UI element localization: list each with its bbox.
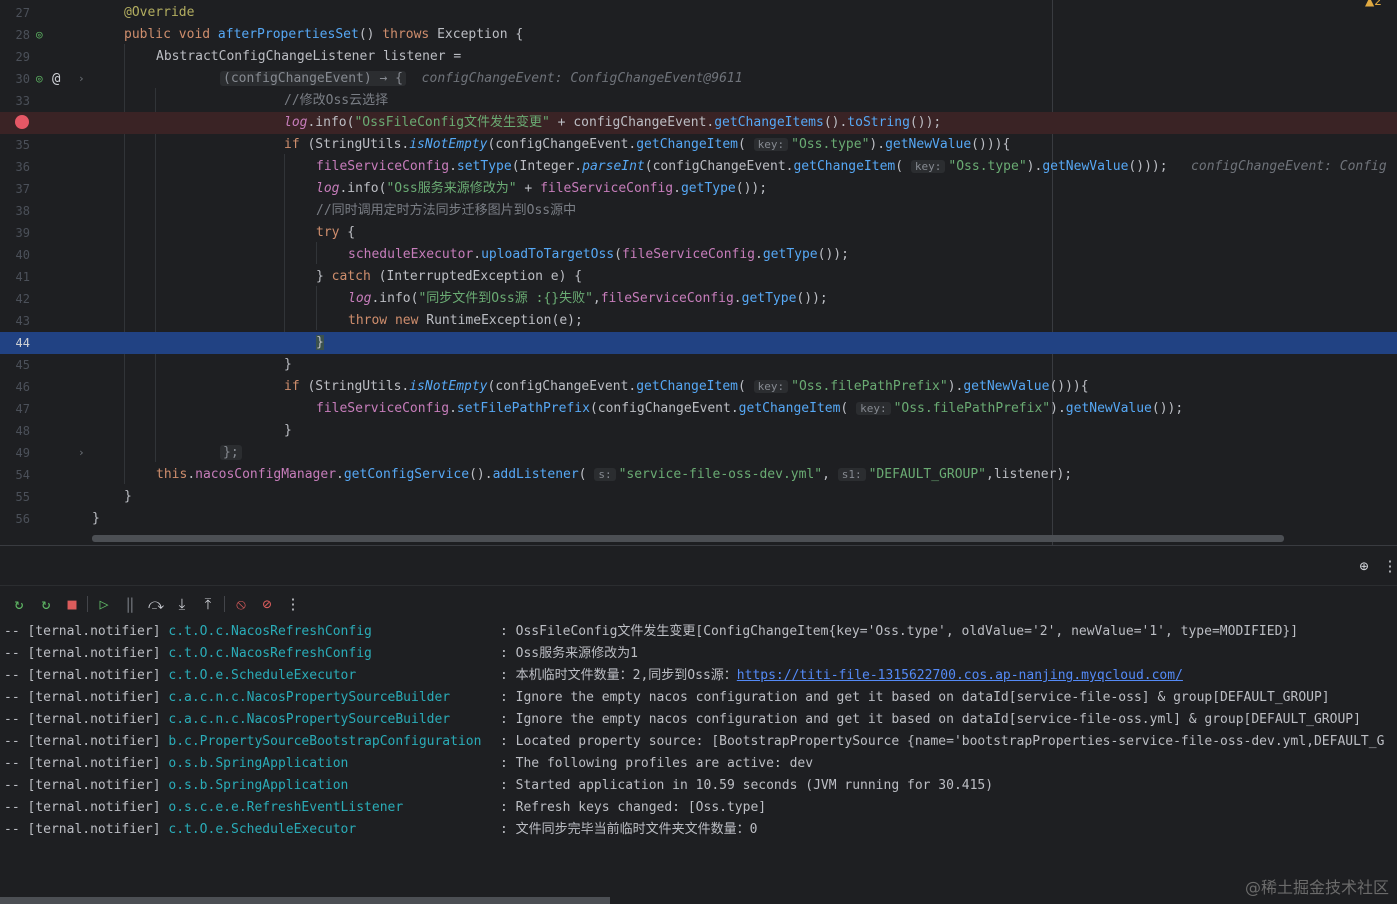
code-line[interactable]: 38//同时调用定时方法同步迁移图片到Oss源中: [0, 200, 1397, 222]
console-line: -- [ternal.notifier] c.a.c.n.c.NacosProp…: [4, 690, 1330, 705]
debug-panel-header: ⊕ ⋮: [0, 545, 1397, 586]
step-out-icon[interactable]: ⤒: [198, 594, 218, 614]
pause-icon[interactable]: ‖: [120, 594, 140, 614]
breakpoint-icon[interactable]: [15, 115, 29, 129]
lambda-at-icon[interactable]: @: [52, 68, 60, 90]
more-icon[interactable]: ⋮: [283, 594, 303, 614]
console-line: -- [ternal.notifier] b.c.PropertySourceB…: [4, 734, 1385, 749]
code-line[interactable]: 30 ◎ @ › (configChangeEvent) → { configChang…: [0, 68, 1397, 90]
code-line[interactable]: 49 ›};: [0, 442, 1397, 464]
watermark: @稀土掘金技术社区: [1244, 878, 1389, 897]
code-line[interactable]: 47 fileServiceConfig.setFilePathPrefix(co…: [0, 398, 1397, 420]
code-line-current[interactable]: 44}: [0, 332, 1397, 354]
resume-icon[interactable]: ▷: [94, 594, 114, 614]
debug-value-hint: configChangeEvent: ConfigChangeEvent@961…: [421, 71, 743, 86]
code-line[interactable]: 43 throw new RuntimeException(e);: [0, 310, 1397, 332]
console-output[interactable]: -- [ternal.notifier] c.t.O.c.NacosRefres…: [0, 621, 1397, 897]
code-line[interactable]: 48}: [0, 420, 1397, 442]
console-line: -- [ternal.notifier] o.s.c.e.e.RefreshEv…: [4, 800, 767, 815]
code-line[interactable]: 56}: [0, 508, 1397, 530]
code-line[interactable]: 33//修改Oss云选择: [0, 90, 1397, 112]
code-line[interactable]: 54 this.nacosConfigManager.getConfigServi…: [0, 464, 1397, 486]
rerun-icon[interactable]: ↻: [9, 594, 29, 614]
cos-url-link[interactable]: https://titi-file-1315622700.cos.ap-nanj…: [737, 668, 1183, 683]
view-breakpoints-icon[interactable]: ⦸: [231, 594, 251, 614]
target-icon[interactable]: ⊕: [1354, 556, 1374, 576]
code-editor[interactable]: ▲2 27 @Override 28 ◎ public void afterPrope…: [0, 0, 1397, 545]
stop-icon[interactable]: ■: [62, 594, 82, 614]
code-line-breakpoint[interactable]: log.info("OssFileConfig文件发生变更" + configC…: [0, 112, 1397, 134]
step-over-icon[interactable]: ⤼: [146, 594, 166, 614]
toolbar-divider: [87, 596, 88, 612]
editor-horizontal-scrollbar[interactable]: [92, 535, 1284, 542]
console-line: -- [ternal.notifier] c.a.c.n.c.NacosProp…: [4, 712, 1361, 727]
folded-lambda[interactable]: (configChangeEvent) → {: [220, 71, 407, 86]
code-line[interactable]: 27 @Override: [0, 2, 1397, 24]
console-line: -- [ternal.notifier] c.t.O.e.ScheduleExe…: [4, 668, 1183, 683]
code-line[interactable]: 55}: [0, 486, 1397, 508]
code-line[interactable]: 35 if (StringUtils.isNotEmpty(configChang…: [0, 134, 1397, 156]
debug-toolbar: ↻ ↻ ■ ▷ ‖ ⤼ ⤓ ⤒ ⦸ ⊘ ⋮: [0, 585, 1397, 623]
mute-breakpoints-icon[interactable]: ⊘: [257, 594, 277, 614]
code-line[interactable]: 40 scheduleExecutor.uploadToTargetOss(fil…: [0, 244, 1397, 266]
console-line: -- [ternal.notifier] o.s.b.SpringApplica…: [4, 778, 994, 793]
toolbar-divider: [224, 596, 225, 612]
code-line[interactable]: 41} catch (InterruptedException e) {: [0, 266, 1397, 288]
more-options-icon[interactable]: ⋮: [1380, 556, 1397, 576]
code-line[interactable]: 29 AbstractConfigChangeListener listener …: [0, 46, 1397, 68]
console-horizontal-scrollbar[interactable]: [0, 897, 610, 904]
override-gutter-icon[interactable]: ◎: [36, 68, 43, 90]
code-line[interactable]: 37 log.info("Oss服务来源修改为" + fileServiceCon…: [0, 178, 1397, 200]
override-gutter-icon[interactable]: ◎: [36, 24, 43, 46]
console-line: -- [ternal.notifier] c.t.O.c.NacosRefres…: [4, 624, 1299, 639]
code-line[interactable]: 28 ◎ public void afterPropertiesSet() thro…: [0, 24, 1397, 46]
code-line[interactable]: 36 fileServiceConfig.setType(Integer.pars…: [0, 156, 1397, 178]
fold-chevron-icon[interactable]: ›: [78, 68, 85, 90]
rerun-failed-icon[interactable]: ↻: [36, 594, 56, 614]
console-line: -- [ternal.notifier] c.t.O.e.ScheduleExe…: [4, 822, 758, 837]
console-line: -- [ternal.notifier] o.s.b.SpringApplica…: [4, 756, 814, 771]
step-into-icon[interactable]: ⤓: [172, 594, 192, 614]
code-line[interactable]: 42 log.info("同步文件到Oss源 :{}失败",fileService…: [0, 288, 1397, 310]
code-line[interactable]: 46 if (StringUtils.isNotEmpty(configChang…: [0, 376, 1397, 398]
console-line: -- [ternal.notifier] c.t.O.c.NacosRefres…: [4, 646, 638, 661]
code-line[interactable]: 45}: [0, 354, 1397, 376]
code-line[interactable]: 39 try {: [0, 222, 1397, 244]
fold-chevron-icon[interactable]: ›: [78, 442, 85, 464]
